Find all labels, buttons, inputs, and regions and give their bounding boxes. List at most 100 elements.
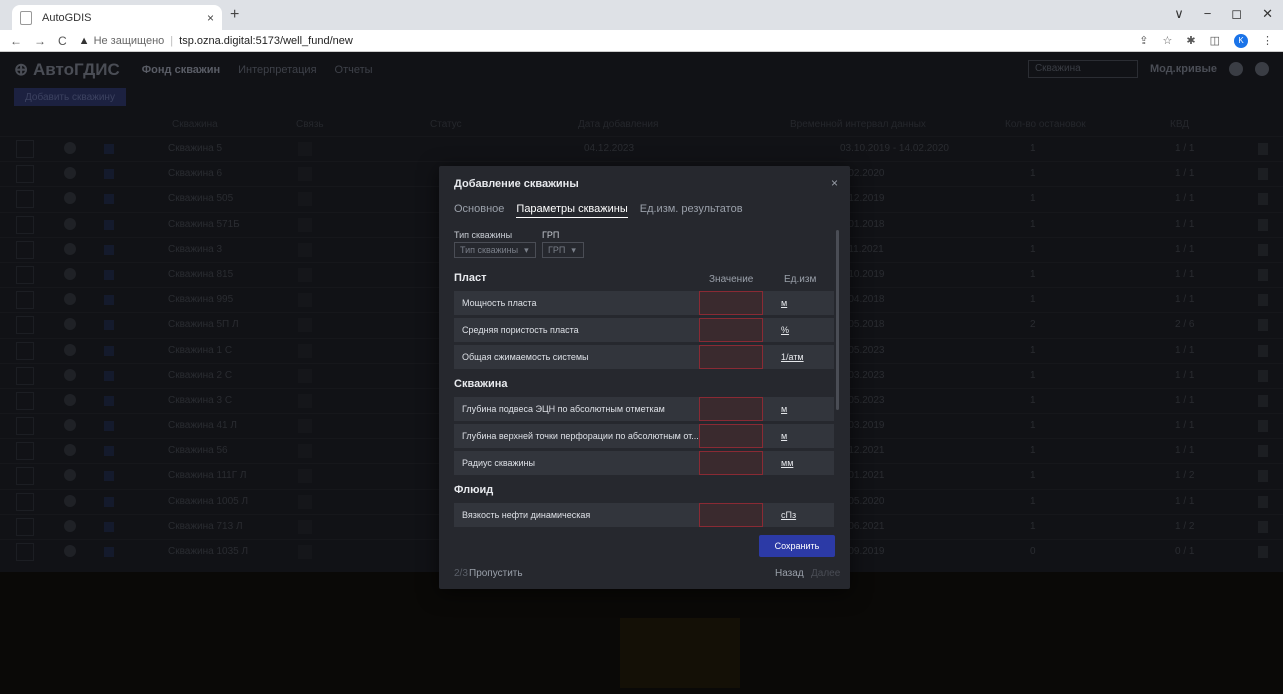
param-unit-link[interactable]: % <box>781 325 789 335</box>
gear-icon[interactable] <box>64 343 76 356</box>
col-link[interactable]: Связь <box>296 119 324 130</box>
close-icon[interactable]: × <box>831 176 838 190</box>
gear-icon[interactable] <box>64 444 76 457</box>
gear-icon[interactable] <box>64 242 76 255</box>
next-button[interactable]: Далее <box>811 568 840 579</box>
scrollbar[interactable] <box>836 230 839 410</box>
trash-icon[interactable] <box>1258 268 1268 281</box>
gear-icon[interactable] <box>64 192 76 205</box>
link-checkbox[interactable] <box>298 293 312 308</box>
trash-icon[interactable] <box>1258 193 1268 206</box>
expand-button[interactable] <box>16 492 34 511</box>
link-checkbox[interactable] <box>298 419 312 434</box>
col-status[interactable]: Статус <box>430 119 462 130</box>
expand-button[interactable] <box>16 341 34 360</box>
tab-search-icon[interactable]: ∨ <box>1174 6 1184 22</box>
gear-icon[interactable] <box>64 469 76 482</box>
expand-button[interactable] <box>16 417 34 436</box>
chart-icon[interactable] <box>104 295 114 306</box>
expand-button[interactable] <box>16 316 34 335</box>
well-name[interactable]: Скважина 2 С <box>168 370 232 381</box>
link-checkbox[interactable] <box>298 494 312 509</box>
chart-icon[interactable] <box>104 496 114 507</box>
param-value-input[interactable] <box>699 345 763 369</box>
reload-icon[interactable]: C <box>58 34 67 48</box>
gear-icon[interactable] <box>64 545 76 557</box>
close-window-button[interactable]: ✕ <box>1262 6 1273 22</box>
help-icon[interactable] <box>1229 62 1243 76</box>
gear-icon[interactable] <box>64 494 76 507</box>
trash-icon[interactable] <box>1258 394 1268 407</box>
link-checkbox[interactable] <box>298 469 312 484</box>
chart-icon[interactable] <box>104 370 114 381</box>
well-name[interactable]: Скважина 6 <box>168 168 222 179</box>
minimize-button[interactable]: − <box>1204 6 1212 22</box>
table-row[interactable]: Скважина 5 04.12.2023 03.10.2019 - 14.02… <box>0 136 1283 161</box>
gear-icon[interactable] <box>64 519 76 532</box>
param-value-input[interactable] <box>699 503 763 527</box>
chart-icon[interactable] <box>104 446 114 457</box>
nav-interpretation[interactable]: Интерпретация <box>238 64 316 76</box>
gear-icon[interactable] <box>64 142 76 154</box>
gear-icon[interactable] <box>64 267 76 280</box>
param-value-input[interactable] <box>699 451 763 475</box>
link-checkbox[interactable] <box>298 545 312 559</box>
col-date[interactable]: Дата добавления <box>578 119 658 130</box>
param-unit-link[interactable]: сПз <box>781 510 796 520</box>
expand-button[interactable] <box>16 265 34 284</box>
well-name[interactable]: Скважина 111Г Л <box>168 470 246 481</box>
col-interval[interactable]: Временной интервал данных <box>790 119 926 130</box>
chart-icon[interactable] <box>104 547 114 557</box>
link-checkbox[interactable] <box>298 444 312 459</box>
expand-button[interactable] <box>16 543 34 561</box>
expand-button[interactable] <box>16 215 34 234</box>
maximize-button[interactable]: ◻ <box>1231 6 1242 22</box>
add-well-button[interactable]: Добавить скважину <box>14 88 126 106</box>
close-tab-icon[interactable]: × <box>207 11 214 25</box>
param-unit-link[interactable]: м <box>781 404 787 414</box>
param-unit-link[interactable]: м <box>781 431 787 441</box>
link-checkbox[interactable] <box>298 368 312 383</box>
link-checkbox[interactable] <box>298 142 312 156</box>
skip-button[interactable]: Пропустить <box>469 568 523 579</box>
well-name[interactable]: Скважина 505 <box>168 193 233 204</box>
warning-icon[interactable]: ▲ <box>79 35 90 47</box>
chart-icon[interactable] <box>104 169 114 180</box>
param-value-input[interactable] <box>699 318 763 342</box>
expand-button[interactable] <box>16 366 34 385</box>
trash-icon[interactable] <box>1258 520 1268 533</box>
chart-icon[interactable] <box>104 395 114 406</box>
param-unit-link[interactable]: м <box>781 298 787 308</box>
link-checkbox[interactable] <box>298 167 312 182</box>
expand-button[interactable] <box>16 442 34 461</box>
well-name[interactable]: Скважина 1005 Л <box>168 496 248 507</box>
url-input[interactable]: tsp.ozna.digital:5173/well_fund/new <box>179 35 353 47</box>
trash-icon[interactable] <box>1258 294 1268 307</box>
nav-reports[interactable]: Отчеты <box>335 64 373 76</box>
link-checkbox[interactable] <box>298 393 312 408</box>
new-tab-button[interactable]: + <box>230 6 239 24</box>
forward-icon[interactable]: → <box>34 34 46 48</box>
gear-icon[interactable] <box>64 167 76 180</box>
params-scroll-area[interactable]: Пласт Значение Ед.изм Мощность пласта м С… <box>454 266 834 528</box>
well-name[interactable]: Скважина 815 <box>168 269 233 280</box>
trash-icon[interactable] <box>1258 143 1268 155</box>
chart-icon[interactable] <box>104 144 114 154</box>
col-stops[interactable]: Кол-во остановок <box>1005 119 1086 130</box>
link-checkbox[interactable] <box>298 192 312 207</box>
chart-icon[interactable] <box>104 471 114 482</box>
link-checkbox[interactable] <box>298 519 312 534</box>
param-unit-link[interactable]: мм <box>781 458 793 468</box>
chart-icon[interactable] <box>104 320 114 331</box>
expand-button[interactable] <box>16 140 34 158</box>
well-name[interactable]: Скважина 995 <box>168 294 233 305</box>
well-name[interactable]: Скважина 5 <box>168 143 222 154</box>
well-name[interactable]: Скважина 571Б <box>168 219 240 230</box>
trash-icon[interactable] <box>1258 369 1268 382</box>
extensions-icon[interactable]: ✱ <box>1186 34 1195 47</box>
save-button[interactable]: Сохранить <box>759 535 835 557</box>
trash-icon[interactable] <box>1258 168 1268 181</box>
trash-icon[interactable] <box>1258 470 1268 483</box>
tab-basic[interactable]: Основное <box>454 203 504 218</box>
well-name[interactable]: Скважина 1 С <box>168 345 232 356</box>
